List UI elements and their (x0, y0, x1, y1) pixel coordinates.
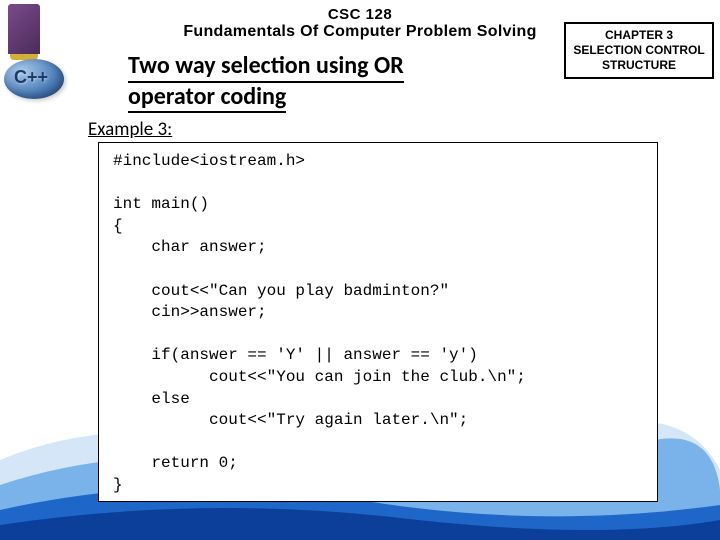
cpp-logo-text: C++ (14, 67, 48, 88)
topic-line-1: Two way selection using OR (128, 52, 404, 83)
chapter-line-2: SELECTION CONTROL (572, 43, 706, 58)
example-label: Example 3: (88, 118, 172, 141)
code-content: #include<iostream.h> int main() { char a… (113, 151, 643, 497)
chapter-box: CHAPTER 3 SELECTION CONTROL STRUCTURE (564, 22, 714, 79)
course-code: CSC 128 (0, 6, 720, 23)
code-box: #include<iostream.h> int main() { char a… (98, 142, 658, 502)
topic-title: Two way selection using OR operator codi… (128, 52, 404, 113)
chapter-line-1: CHAPTER 3 (572, 28, 706, 43)
cpp-logo-icon: C++ (4, 59, 79, 109)
topic-line-2: operator coding (128, 83, 286, 114)
chapter-line-3: STRUCTURE (572, 58, 706, 73)
